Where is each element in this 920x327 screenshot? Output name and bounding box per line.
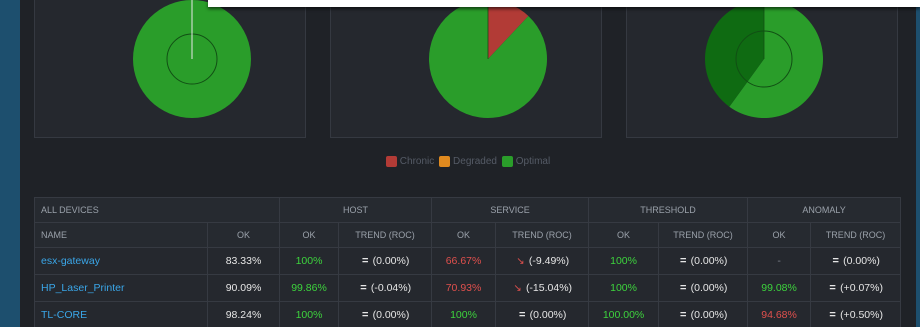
group-header-service: SERVICE bbox=[431, 197, 590, 223]
trend-flat-icon: = bbox=[832, 255, 839, 267]
anomaly-trend-cell: = (+0.50%) bbox=[810, 301, 902, 327]
device-name-cell: TL-CORE bbox=[34, 301, 208, 327]
legend-item-degraded[interactable]: Degraded bbox=[439, 156, 497, 167]
trend-value: (+0.50%) bbox=[840, 309, 883, 321]
threshold-ok-cell: 100.00% bbox=[588, 301, 660, 327]
service-ok-cell: 66.67% bbox=[431, 247, 497, 275]
col-header-name[interactable]: NAME bbox=[34, 222, 208, 248]
group-header-host: HOST bbox=[279, 197, 433, 223]
legend-label: Chronic bbox=[399, 156, 435, 167]
group-header-threshold: THRESHOLD bbox=[588, 197, 749, 223]
service-donut-card bbox=[330, 0, 602, 138]
host-trend-cell: = (-0.04%) bbox=[338, 274, 433, 302]
dashboard-panel: Chronic Degraded Optimal ALL DEVICES HOS… bbox=[20, 0, 916, 327]
legend-item-optimal[interactable]: Optimal bbox=[501, 156, 551, 167]
legend-label: Optimal bbox=[515, 156, 551, 167]
overall-ok-cell: 98.24% bbox=[206, 301, 281, 327]
anomaly-trend-cell: = (0.00%) bbox=[810, 247, 902, 275]
trend-value: (0.00%) bbox=[690, 282, 728, 294]
host-ok-cell: 100% bbox=[279, 247, 340, 275]
trend-value: (-0.04%) bbox=[370, 282, 412, 294]
service-trend-cell: ↘ (-9.49%) bbox=[495, 247, 590, 275]
trend-value: (+0.07%) bbox=[840, 282, 883, 294]
device-name-cell: HP_Laser_Printer bbox=[34, 274, 208, 302]
group-header-row: ALL DEVICES HOST SERVICE THRESHOLD ANOMA… bbox=[33, 197, 902, 223]
service-trend-cell: ↘ (-15.04%) bbox=[495, 274, 590, 302]
trend-value: (0.00%) bbox=[690, 255, 728, 267]
anomaly-ok-cell: 94.68% bbox=[747, 301, 812, 327]
col-header-ok[interactable]: OK bbox=[206, 222, 281, 248]
threshold-ok-cell: 100% bbox=[588, 274, 660, 302]
legend-swatch-optimal bbox=[501, 156, 513, 167]
devices-table: ALL DEVICES HOST SERVICE THRESHOLD ANOMA… bbox=[33, 197, 902, 327]
legend-label: Degraded bbox=[453, 156, 497, 167]
legend-swatch-degraded bbox=[439, 156, 451, 167]
trend-value: (-15.04%) bbox=[525, 282, 573, 294]
trend-flat-icon: = bbox=[829, 282, 836, 294]
trend-flat-icon: = bbox=[361, 309, 369, 321]
trend-value: (0.00%) bbox=[843, 255, 880, 267]
col-header-anomaly-ok[interactable]: OK bbox=[747, 222, 812, 248]
threshold-donut-chart[interactable] bbox=[627, 0, 899, 138]
threshold-ok-cell: 100% bbox=[588, 247, 660, 275]
device-link[interactable]: TL-CORE bbox=[41, 309, 87, 321]
device-link[interactable]: esx-gateway bbox=[41, 255, 100, 267]
trend-value: (-9.49%) bbox=[528, 255, 570, 267]
legend-item-chronic[interactable]: Chronic bbox=[385, 156, 435, 167]
group-header-anomaly: ANOMALY bbox=[747, 197, 902, 223]
trend-flat-icon: = bbox=[829, 309, 836, 321]
column-header-row: NAME OK OK TREND (ROC) OK TREND (ROC) OK… bbox=[34, 222, 902, 248]
anomaly-trend-cell: = (+0.07%) bbox=[810, 274, 902, 302]
threshold-trend-cell: = (0.00%) bbox=[658, 247, 749, 275]
col-header-anomaly-trend[interactable]: TREND (ROC) bbox=[810, 222, 902, 248]
col-header-threshold-ok[interactable]: OK bbox=[588, 222, 660, 248]
trend-value: (0.00%) bbox=[529, 309, 567, 321]
host-trend-cell: = (0.00%) bbox=[338, 247, 433, 275]
service-ok-cell: 70.93% bbox=[431, 274, 497, 302]
service-donut-chart[interactable] bbox=[331, 0, 603, 138]
host-ok-cell: 100% bbox=[279, 301, 340, 327]
trend-flat-icon: = bbox=[360, 282, 367, 294]
col-header-service-ok[interactable]: OK bbox=[431, 222, 497, 248]
device-name-cell: esx-gateway bbox=[34, 247, 208, 275]
trend-flat-icon: = bbox=[679, 255, 687, 267]
service-ok-cell: 100% bbox=[431, 301, 497, 327]
legend-swatch-chronic bbox=[385, 156, 397, 167]
service-trend-cell: = (0.00%) bbox=[495, 301, 590, 327]
col-header-host-trend[interactable]: TREND (ROC) bbox=[338, 222, 433, 248]
overlay-popup-panel bbox=[208, 0, 920, 7]
overall-ok-cell: 83.33% bbox=[206, 247, 281, 275]
threshold-trend-cell: = (0.00%) bbox=[658, 301, 749, 327]
host-donut-chart[interactable] bbox=[35, 0, 307, 138]
host-trend-cell: = (0.00%) bbox=[338, 301, 433, 327]
group-header-all-devices: ALL DEVICES bbox=[33, 197, 281, 223]
table-row: HP_Laser_Printer 90.09% 99.86% = (-0.04%… bbox=[34, 274, 902, 302]
threshold-trend-cell: = (0.00%) bbox=[658, 274, 749, 302]
trend-flat-icon: = bbox=[679, 282, 687, 294]
host-ok-cell: 99.86% bbox=[279, 274, 340, 302]
trend-flat-icon: = bbox=[518, 309, 526, 321]
chart-legend: Chronic Degraded Optimal bbox=[20, 156, 916, 167]
device-link[interactable]: HP_Laser_Printer bbox=[41, 282, 124, 294]
col-header-threshold-trend[interactable]: TREND (ROC) bbox=[658, 222, 749, 248]
overall-ok-cell: 90.09% bbox=[206, 274, 281, 302]
table-row: esx-gateway 83.33% 100% = (0.00%) 66.67%… bbox=[34, 247, 902, 275]
col-header-host-ok[interactable]: OK bbox=[279, 222, 340, 248]
trend-down-arrow-icon: ↘ bbox=[513, 283, 522, 294]
trend-down-arrow-icon: ↘ bbox=[516, 256, 525, 267]
trend-flat-icon: = bbox=[679, 309, 687, 321]
host-donut-card bbox=[34, 0, 306, 138]
trend-flat-icon: = bbox=[361, 255, 369, 267]
col-header-service-trend[interactable]: TREND (ROC) bbox=[495, 222, 590, 248]
table-row: TL-CORE 98.24% 100% = (0.00%) 100% = (0.… bbox=[34, 301, 902, 327]
trend-value: (0.00%) bbox=[372, 309, 410, 321]
trend-value: (0.00%) bbox=[372, 255, 410, 267]
trend-value: (0.00%) bbox=[690, 309, 728, 321]
devices-table-body: esx-gateway 83.33% 100% = (0.00%) 66.67%… bbox=[34, 247, 902, 327]
anomaly-ok-cell: - bbox=[747, 247, 812, 275]
threshold-donut-card bbox=[626, 0, 898, 138]
anomaly-ok-cell: 99.08% bbox=[747, 274, 812, 302]
